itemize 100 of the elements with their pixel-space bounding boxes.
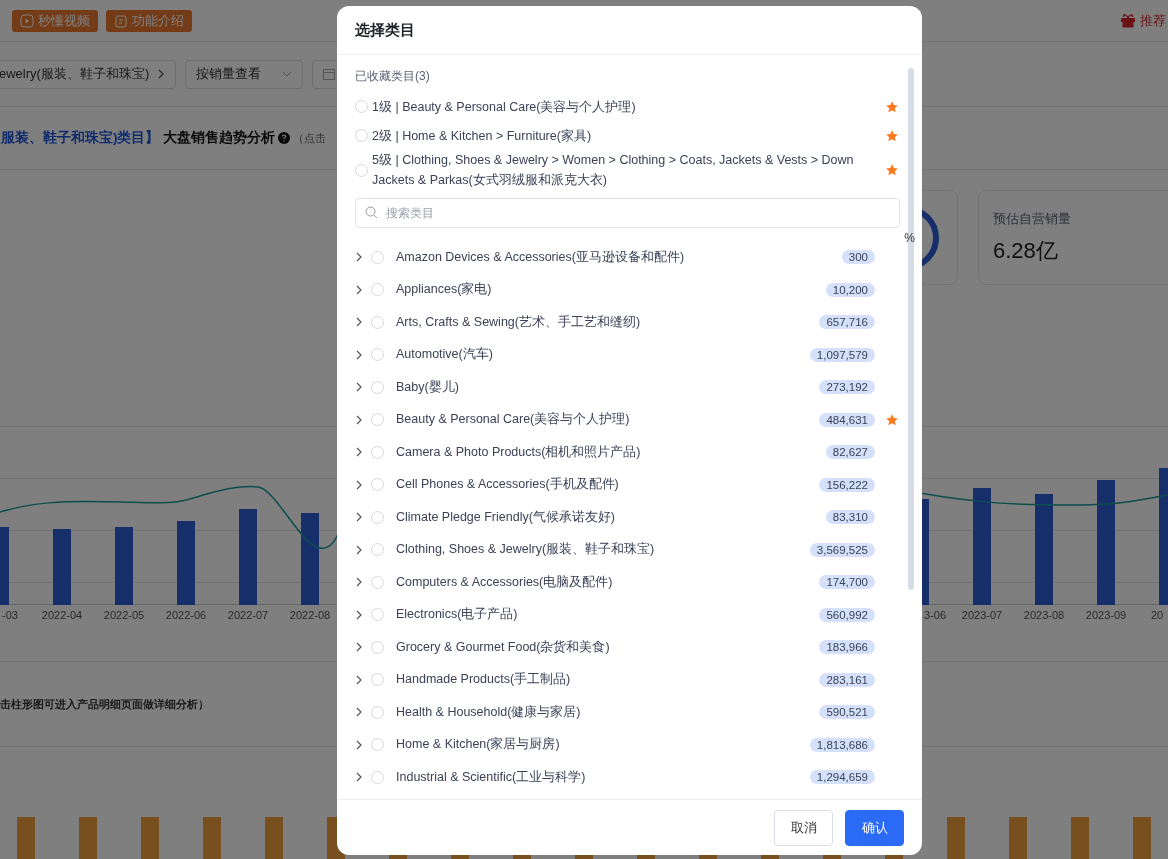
category-name[interactable]: Climate Pledge Friendly(气候承诺友好) — [396, 508, 818, 526]
radio-button[interactable] — [355, 129, 368, 142]
category-name[interactable]: Electronics(电子产品) — [396, 606, 812, 624]
category-name[interactable]: Baby(婴儿) — [396, 378, 812, 396]
radio-button[interactable] — [371, 705, 384, 719]
star-icon[interactable] — [884, 412, 899, 427]
chevron-right-icon[interactable] — [355, 447, 363, 458]
percent-label: % — [904, 230, 915, 245]
category-name[interactable]: Automotive(汽车) — [396, 346, 802, 364]
chevron-right-icon[interactable] — [355, 317, 363, 328]
category-title: 服装、鞋子和珠宝)类目】 — [1, 129, 160, 147]
count-badge: 590,521 — [819, 705, 875, 720]
chevron-right-icon[interactable] — [355, 544, 363, 555]
radio-button[interactable] — [371, 380, 384, 394]
chart-hint: 击柱形图可进入产品明细页面做详细分析） — [0, 696, 209, 712]
radio-button[interactable] — [371, 250, 384, 264]
category-name[interactable]: Beauty & Personal Care(美容与个人护理) — [396, 411, 812, 429]
category-name[interactable]: Appliances(家电) — [396, 281, 818, 299]
play-icon — [20, 13, 34, 28]
radio-button[interactable] — [371, 770, 384, 784]
favorite-category[interactable]: 5级 | Clothing, Shoes & Jewelry > Women > Clothing > Coats, Jackets & Vests > Down Jackets & Parkas(女式羽绒服和派克大衣) — [372, 150, 879, 190]
radio-button[interactable] — [371, 445, 384, 459]
favorite-category[interactable]: 2级 | Home & Kitchen > Furniture(家具) — [372, 125, 879, 146]
count-badge: 657,716 — [819, 315, 875, 330]
axis-label: 2023-09 — [1084, 608, 1128, 623]
chevron-right-icon[interactable] — [355, 479, 363, 490]
category-name[interactable]: Health & Household(健康与家居) — [396, 703, 812, 721]
radio-button[interactable] — [355, 100, 368, 113]
chevron-right-icon[interactable] — [355, 414, 363, 425]
chevron-right-icon[interactable] — [355, 349, 363, 360]
count-badge: 1,294,659 — [809, 770, 875, 785]
count-badge: 1,813,686 — [809, 737, 875, 752]
count-badge: 156,222 — [819, 477, 875, 492]
count-badge: 3,569,525 — [809, 542, 875, 557]
category-name[interactable]: Cell Phones & Accessories(手机及配件) — [396, 476, 812, 494]
section-title: 大盘销售趋势分析 — [162, 129, 275, 147]
axis-label: 2023-08 — [1022, 608, 1066, 623]
radio-button[interactable] — [371, 640, 384, 654]
category-name[interactable]: Grocery & Gourmet Food(杂货和美食) — [396, 638, 812, 656]
radio-button[interactable] — [371, 738, 384, 752]
radio-button[interactable] — [371, 283, 384, 297]
chevron-right-icon[interactable] — [355, 707, 363, 718]
radio-button[interactable] — [371, 510, 384, 524]
chevron-right-icon[interactable] — [355, 642, 363, 653]
axis-label: 20 — [1150, 608, 1165, 623]
count-badge: 300 — [841, 250, 875, 265]
chevron-down-icon — [282, 71, 293, 77]
gift-icon — [1120, 13, 1136, 28]
help-icon[interactable] — [277, 132, 290, 144]
count-badge: 183,966 — [819, 640, 875, 655]
chevron-right-icon[interactable] — [355, 739, 363, 750]
category-name[interactable]: Amazon Devices & Accessories(亚马逊设备和配件) — [396, 248, 834, 266]
count-badge: 1,097,579 — [809, 347, 875, 362]
favorite-category[interactable]: 1级 | Beauty & Personal Care(美容与个人护理) — [372, 96, 879, 117]
search-field[interactable]: 搜索类目 — [355, 198, 900, 228]
radio-button[interactable] — [371, 673, 384, 687]
star-icon[interactable] — [884, 128, 899, 143]
calendar-icon — [323, 68, 336, 80]
chevron-right-icon[interactable] — [355, 674, 363, 685]
count-badge: 273,192 — [819, 380, 875, 395]
category-name[interactable]: Computers & Accessories(电脑及配件) — [396, 573, 812, 591]
star-icon[interactable] — [884, 163, 899, 177]
stat-value: 6.28亿 — [993, 236, 1059, 265]
stat-label: 预估自营销量 — [993, 209, 1072, 228]
chevron-right-icon[interactable] — [157, 69, 166, 79]
clipboard-icon — [114, 13, 128, 28]
radio-button[interactable] — [371, 315, 384, 329]
radio-button[interactable] — [371, 413, 384, 427]
radio-button[interactable] — [371, 608, 384, 622]
radio-button[interactable] — [355, 163, 368, 177]
confirm-button[interactable]: 确认 — [845, 809, 904, 846]
category-name[interactable]: Clothing, Shoes & Jewelry(服装、鞋子和珠宝) — [396, 541, 802, 559]
axis-label: 2023-07 — [960, 608, 1004, 623]
chevron-right-icon[interactable] — [355, 284, 363, 295]
cancel-button[interactable]: 取消 — [774, 809, 833, 846]
radio-button[interactable] — [371, 543, 384, 557]
chevron-right-icon[interactable] — [355, 577, 363, 588]
chevron-right-icon[interactable] — [355, 382, 363, 393]
category-select[interactable]: ewelry(服装、鞋子和珠宝) — [0, 59, 177, 89]
star-icon[interactable] — [884, 99, 899, 114]
chevron-right-icon[interactable] — [355, 609, 363, 620]
axis-label: 2022-05 — [102, 608, 146, 623]
sort-select[interactable]: 按销量查看 — [185, 59, 304, 89]
count-badge: 283,161 — [819, 672, 875, 687]
category-name[interactable]: Industrial & Scientific(工业与科学) — [396, 768, 802, 786]
category-name[interactable]: Home & Kitchen(家居与厨房) — [396, 736, 802, 754]
radio-button[interactable] — [371, 348, 384, 362]
radio-button[interactable] — [371, 575, 384, 589]
count-badge: 484,631 — [819, 412, 875, 427]
category-name[interactable]: Camera & Photo Products(相机和照片产品) — [396, 443, 818, 461]
chevron-right-icon[interactable] — [355, 772, 363, 783]
category-name[interactable]: Arts, Crafts & Sewing(艺术、手工艺和缝纫) — [396, 313, 812, 331]
category-name[interactable]: Handmade Products(手工制品) — [396, 671, 812, 689]
dialog-title: 选择类目 — [355, 20, 415, 40]
count-badge: 83,310 — [825, 510, 875, 525]
chevron-right-icon[interactable] — [355, 512, 363, 523]
chevron-right-icon[interactable] — [355, 252, 363, 263]
count-badge: 560,992 — [819, 607, 875, 622]
radio-button[interactable] — [371, 478, 384, 492]
axis-label: 3-06 — [923, 608, 948, 623]
